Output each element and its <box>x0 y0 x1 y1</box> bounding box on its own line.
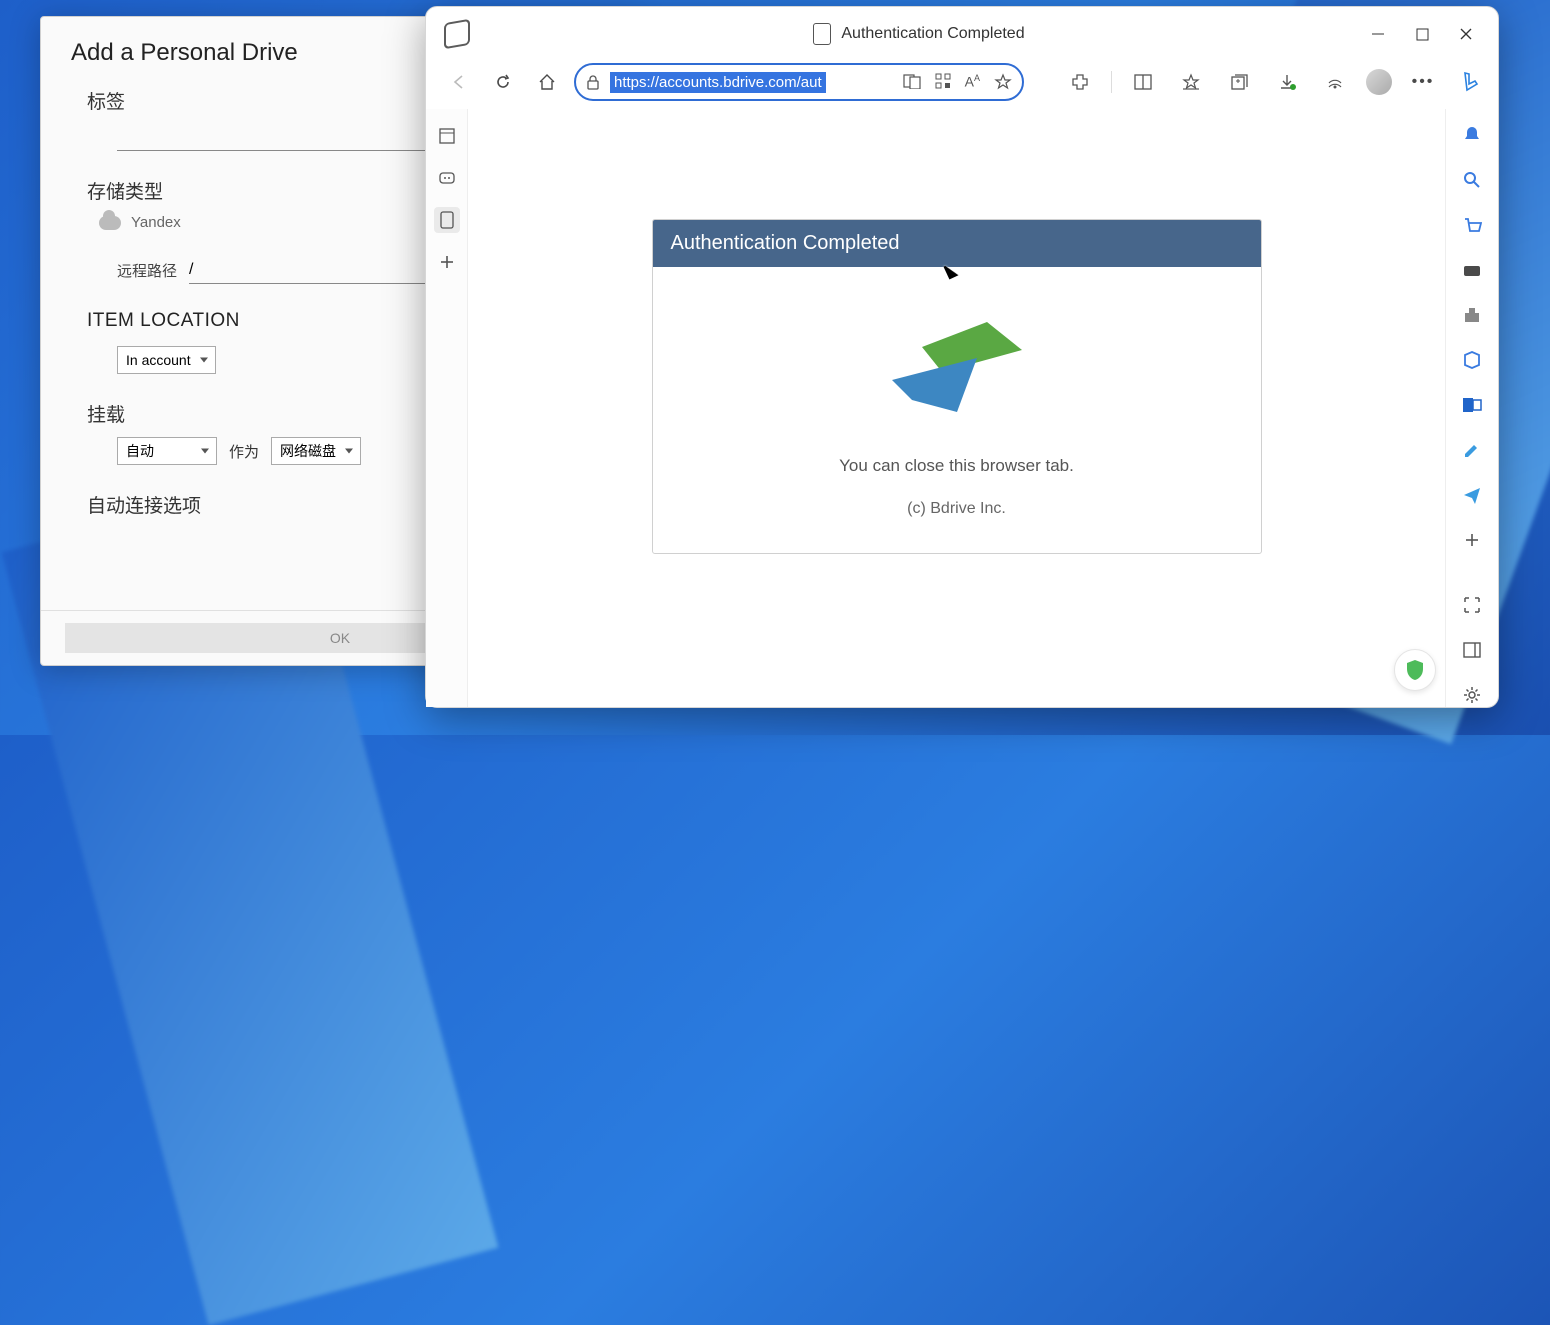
item-location-select[interactable]: In account <box>117 346 216 374</box>
maximize-button[interactable] <box>1412 24 1432 44</box>
performance-button[interactable] <box>1318 65 1352 99</box>
auth-copyright: (c) Bdrive Inc. <box>907 500 1006 518</box>
new-tab-button[interactable] <box>434 249 460 275</box>
sidebar-add-button[interactable] <box>1458 527 1486 552</box>
sidebar-outlook-icon[interactable] <box>1458 393 1486 418</box>
profile-avatar[interactable] <box>1366 69 1392 95</box>
tab-workspaces-icon[interactable] <box>434 123 460 149</box>
collections-button[interactable] <box>1222 65 1256 99</box>
favorite-star-icon[interactable] <box>994 73 1012 91</box>
mount-type-select[interactable]: 网络磁盘 <box>271 437 361 465</box>
url-text[interactable]: https://accounts.bdrive.com/aut <box>610 72 826 93</box>
extensions-button[interactable] <box>1063 65 1097 99</box>
back-button[interactable] <box>442 65 476 99</box>
bdrive-logo-icon <box>887 302 1027 432</box>
sidebar-notifications-icon[interactable] <box>1458 123 1486 148</box>
auth-card: Authentication Completed You can close t… <box>652 219 1262 554</box>
sidebar-search-icon[interactable] <box>1458 168 1486 193</box>
cloud-icon <box>99 216 121 230</box>
edge-sidebar <box>1446 109 1498 707</box>
page-viewport: Authentication Completed You can close t… <box>468 109 1446 707</box>
minimize-button[interactable] <box>1368 24 1388 44</box>
favorites-button[interactable] <box>1174 65 1208 99</box>
qr-icon[interactable] <box>935 73 951 91</box>
text-size-icon[interactable]: AA <box>965 73 980 91</box>
toolbar-divider <box>1111 71 1112 93</box>
browser-titlebar: Authentication Completed <box>426 7 1498 61</box>
browser-toolbar: https://accounts.bdrive.com/aut AA ••• <box>426 61 1498 109</box>
lock-icon <box>586 74 600 90</box>
vertical-tabs <box>426 109 468 707</box>
sidebar-hide-icon[interactable] <box>1458 637 1486 662</box>
browser-window: Authentication Completed https://account… <box>425 6 1499 708</box>
sidebar-settings-icon[interactable] <box>1458 682 1486 707</box>
edge-app-icon <box>444 19 470 50</box>
sidebar-tools-icon[interactable] <box>1458 258 1486 283</box>
tab-title: Authentication Completed <box>841 25 1024 43</box>
sidebar-capture-icon[interactable] <box>1458 592 1486 617</box>
storage-type-value: Yandex <box>131 214 181 231</box>
more-button[interactable]: ••• <box>1406 65 1440 99</box>
mount-mode-select[interactable]: 自动 <box>117 437 217 465</box>
address-bar[interactable]: https://accounts.bdrive.com/aut AA <box>574 63 1024 101</box>
remote-path-label: 远程路径 <box>117 260 177 281</box>
sidebar-shopping-icon[interactable] <box>1458 213 1486 238</box>
auth-card-heading: Authentication Completed <box>653 220 1261 267</box>
sidebar-office-icon[interactable] <box>1458 348 1486 373</box>
sidebar-edit-icon[interactable] <box>1458 437 1486 462</box>
tab-collapsed-icon[interactable] <box>434 165 460 191</box>
home-button[interactable] <box>530 65 564 99</box>
page-icon <box>813 23 831 45</box>
tab-current-icon[interactable] <box>434 207 460 233</box>
auth-message: You can close this browser tab. <box>839 456 1074 476</box>
split-view-button[interactable] <box>1126 65 1160 99</box>
bing-chat-button[interactable] <box>1454 65 1488 99</box>
downloads-button[interactable] <box>1270 65 1304 99</box>
mount-as-label: 作为 <box>229 441 259 462</box>
translate-icon[interactable] <box>903 73 921 91</box>
sidebar-send-icon[interactable] <box>1458 482 1486 507</box>
refresh-button[interactable] <box>486 65 520 99</box>
sidebar-games-icon[interactable] <box>1458 303 1486 328</box>
security-shield-button[interactable] <box>1394 649 1436 691</box>
close-button[interactable] <box>1456 24 1476 44</box>
